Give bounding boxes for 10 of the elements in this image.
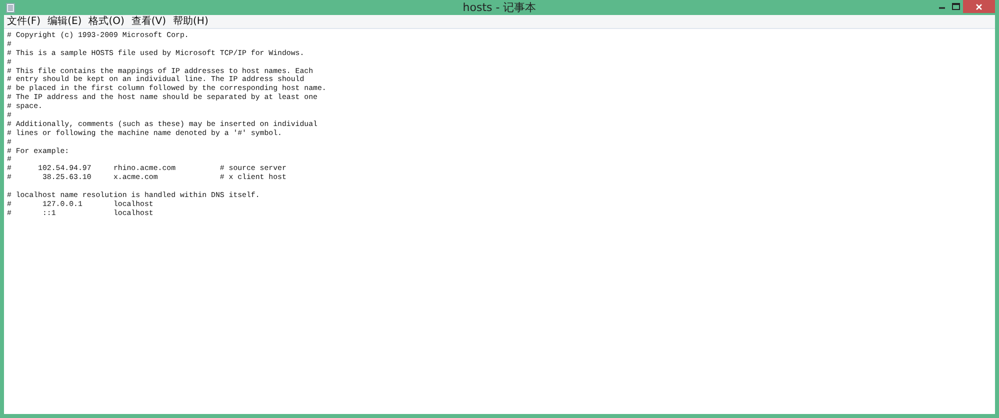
menu-item[interactable]: 文件(F) <box>7 16 41 28</box>
notepad-icon <box>6 2 15 12</box>
menu-item[interactable]: 查看(V) <box>131 16 166 28</box>
maximize-button[interactable] <box>949 0 963 13</box>
close-icon <box>976 4 982 10</box>
close-button[interactable] <box>963 0 995 13</box>
menu-item[interactable]: 帮助(H) <box>173 16 208 28</box>
menu-item[interactable]: 编辑(E) <box>48 16 82 28</box>
menu-item[interactable]: 格式(O) <box>88 16 124 28</box>
window-title: hosts - 记事本 <box>462 1 536 14</box>
